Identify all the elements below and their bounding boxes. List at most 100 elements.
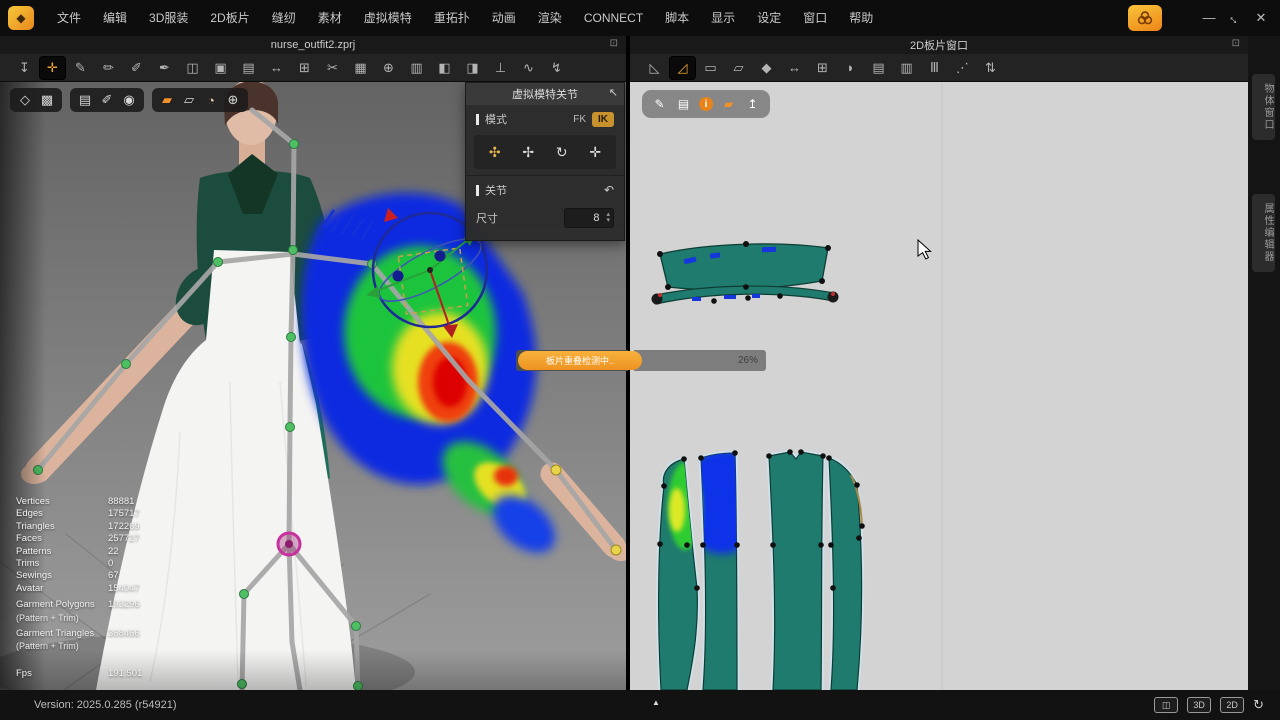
menu-sewing[interactable]: 缝纫 [261,0,307,36]
rotate-joint-icon[interactable]: ↻ [549,141,575,163]
pattern-tab-title[interactable]: 2D板片窗口 [910,37,968,53]
pin-tool-icon[interactable]: ✐ [124,57,149,79]
tab-property-editor[interactable]: 属性编辑器 [1252,194,1275,272]
dart-tool-icon[interactable]: ◆ [754,57,779,79]
menu-material[interactable]: 素材 [307,0,353,36]
pin-view-icon[interactable]: ✐ [98,91,116,109]
move-tool-icon[interactable]: ✛ [40,57,65,79]
stat-patterns: Patterns22 [16,546,206,558]
pattern-toggle-icon[interactable]: ▰ [720,96,737,113]
project-tab-title[interactable]: nurse_outfit2.zprj [271,39,355,51]
walk-pose-tool-icon[interactable]: ↯ [544,57,569,79]
split-view-button[interactable]: ◫ [1154,697,1178,713]
stat-edges: Edges175717 [16,508,206,520]
pleats-tool-icon[interactable]: Ⅲ [922,57,947,79]
panel-pin-icon[interactable]: ↖ [609,86,618,99]
fabric-orange-view-icon[interactable]: ▰ [158,91,176,109]
mesh-view-icon[interactable]: ▩ [38,91,56,109]
pose-all-icon[interactable]: ✣ [482,141,508,163]
seam-line-tool-icon[interactable]: ⋰ [950,57,975,79]
fabric-gray-view-icon[interactable]: ▱ [180,91,198,109]
menu-edit[interactable]: 编辑 [92,0,138,36]
size-stepper[interactable]: ▴ ▾ [603,212,613,224]
garment-tool-icon[interactable]: ▤ [236,57,261,79]
menu-2d-pattern[interactable]: 2D板片 [199,0,260,36]
scissors-tool-icon[interactable]: ✂ [320,57,345,79]
cube-view-icon[interactable]: ◇ [16,91,34,109]
size-value[interactable]: 8 [565,212,603,224]
ik-button[interactable]: IK [592,112,614,127]
polygon-tool-icon[interactable]: ▱ [726,57,751,79]
window-minimize-button[interactable]: — [1196,0,1222,36]
grid-internal-tool-icon[interactable]: ⊞ [810,57,835,79]
curve-tool-icon[interactable]: ∿ [516,57,541,79]
gizmo-history-tool-icon[interactable]: ↧ [12,57,37,79]
zipper-tool-icon[interactable]: ▥ [404,57,429,79]
joint-reset-icon[interactable]: ↶ [604,183,614,197]
scene-3d[interactable]: ◇ ▩ ▤ ✐ ◉ ▰ ▱ ◔ ⊕ 虚拟模特关节 [0,82,626,690]
needle-tool-icon[interactable]: ✒ [152,57,177,79]
expand-arrow-icon[interactable]: ▲ [652,698,660,707]
pose-single-icon[interactable]: ✢ [515,141,541,163]
head-view-icon[interactable]: ◔ [202,91,220,109]
app-logo-icon[interactable]: ◆ [8,6,34,30]
menu-help[interactable]: 帮助 [838,0,884,36]
pen-3d-tool-icon[interactable]: ✎ [68,57,93,79]
bodice-pattern-block[interactable] [657,449,865,690]
stepper-down-icon[interactable]: ▾ [606,218,610,224]
pin-vertical-tool-icon[interactable]: ⊥ [488,57,513,79]
gizmo-view-icon[interactable]: ⊕ [224,91,242,109]
menu-3d-garment[interactable]: 3D服装 [138,0,199,36]
shirt-view-icon[interactable]: ▤ [76,91,94,109]
window-restore-button[interactable]: ↔ [1221,4,1250,33]
view-2d-button[interactable]: 2D [1220,697,1244,713]
dock-icon[interactable]: ⊡ [1232,38,1240,49]
menu-file[interactable]: 文件 [46,0,92,36]
shirt-sync-icon[interactable]: ↥ [744,96,761,113]
size-input[interactable]: 8 ▴ ▾ [564,208,614,228]
seam-pen-icon[interactable]: ✎ [651,96,668,113]
menu-connect[interactable]: CONNECT [573,0,654,36]
window-close-button[interactable]: ✕ [1248,0,1274,36]
flatten-b-tool-icon[interactable]: ◨ [460,57,485,79]
menu-display[interactable]: 显示 [700,0,746,36]
collar-pattern-piece[interactable] [657,241,831,291]
brush-tool-icon[interactable]: ✏ [96,57,121,79]
menu-avatar[interactable]: 虚拟模特 [353,0,423,36]
edit-pattern-tool-icon[interactable]: ◿ [670,57,695,79]
cloud-account-icon[interactable] [1128,5,1162,31]
shirt-2d-tool-icon[interactable]: ▤ [866,57,891,79]
avatar-view-icon[interactable]: ◉ [120,91,138,109]
info-toggle-icon[interactable]: i [699,97,713,111]
select-garment-tool-icon[interactable]: ◫ [180,57,205,79]
grid-texture-tool-icon[interactable]: ⊞ [292,57,317,79]
fk-button[interactable]: FK [567,112,592,127]
view-3d-button[interactable]: 3D [1187,697,1211,713]
pelvis-joint[interactable] [278,533,300,555]
menu-animation[interactable]: 动画 [481,0,527,36]
trace-tool-icon[interactable]: ↔ [782,57,807,79]
menu-window[interactable]: 窗口 [792,0,838,36]
flatten-a-tool-icon[interactable]: ◧ [432,57,457,79]
menu-retopology[interactable]: 重拓扑 [423,0,481,36]
menu-render[interactable]: 渲染 [527,0,573,36]
measure-tool-icon[interactable]: ↔ [264,57,289,79]
dock-icon[interactable]: ⊡ [610,38,618,49]
sew-display-tool-icon[interactable]: ▦ [348,57,373,79]
joint-panel-title-bar[interactable]: 虚拟模特关节 ↖ [466,83,624,105]
menu-script[interactable]: 脚本 [654,0,700,36]
shirt-sew-tool-icon[interactable]: ▥ [894,57,919,79]
scene-2d[interactable]: ✎ ▤ i ▰ ↥ [630,82,1248,690]
sewing-machine-tool-icon[interactable]: ▣ [208,57,233,79]
translate-joint-icon[interactable]: ✛ [582,141,608,163]
tab-object-window[interactable]: 物体窗口 [1252,74,1275,140]
display-group-scene: ◇ ▩ [10,88,62,112]
refresh-icon[interactable]: ↻ [1253,697,1264,713]
shirring-tool-icon[interactable]: ⇅ [978,57,1003,79]
iron-tool-icon[interactable]: ◗ [838,57,863,79]
transform-pattern-tool-icon[interactable]: ◺ [642,57,667,79]
menu-settings[interactable]: 设定 [746,0,792,36]
rectangle-tool-icon[interactable]: ▭ [698,57,723,79]
button-tool-icon[interactable]: ⊕ [376,57,401,79]
shirt-toggle-icon[interactable]: ▤ [675,96,692,113]
